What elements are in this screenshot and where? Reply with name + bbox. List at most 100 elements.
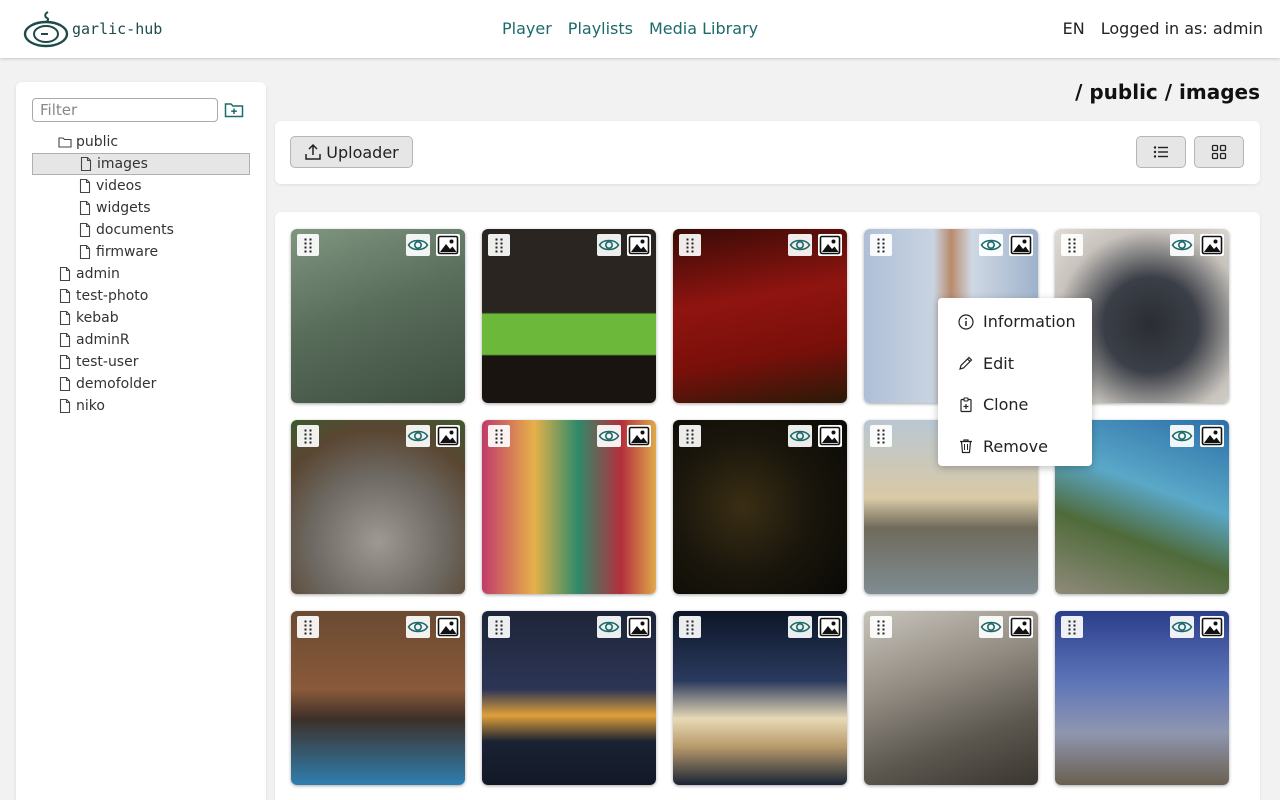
image-type-icon[interactable] [627, 234, 651, 256]
tree-item-label: documents [96, 222, 174, 238]
menu-item-remove[interactable]: Remove [938, 426, 1092, 468]
nav-media-library[interactable]: Media Library [649, 19, 758, 38]
file-icon [79, 178, 91, 194]
media-tile[interactable] [482, 611, 656, 785]
tree-item-documents[interactable]: documents [32, 219, 250, 241]
tree-item-firmware[interactable]: firmware [32, 241, 250, 263]
preview-eye-icon[interactable] [788, 425, 812, 447]
menu-item-label: Edit [983, 353, 1014, 373]
tree-item-admin[interactable]: admin [32, 263, 250, 285]
image-type-icon[interactable] [818, 234, 842, 256]
image-type-icon[interactable] [1009, 234, 1033, 256]
media-tile[interactable] [673, 420, 847, 594]
drag-handle-icon[interactable] [1061, 616, 1083, 638]
drag-handle-icon[interactable] [488, 425, 510, 447]
image-type-icon[interactable] [1200, 234, 1224, 256]
nav-playlists[interactable]: Playlists [568, 19, 633, 38]
drag-handle-icon[interactable] [870, 616, 892, 638]
uploader-button[interactable]: Uploader [290, 136, 413, 168]
trash-icon [960, 439, 972, 454]
breadcrumb-path: / public / images [1075, 80, 1260, 104]
drag-handle-icon[interactable] [1061, 234, 1083, 256]
tree-item-label: niko [76, 398, 105, 414]
menu-item-label: Remove [983, 436, 1048, 456]
nav-player[interactable]: Player [502, 19, 552, 38]
tree-item-images[interactable]: images [32, 153, 250, 175]
tree-item-label: videos [96, 178, 142, 194]
image-type-icon[interactable] [818, 425, 842, 447]
folder-tree: public images videos widgets documents firmwa… [32, 131, 250, 417]
menu-item-information[interactable]: Information [938, 301, 1092, 343]
drag-handle-icon[interactable] [870, 425, 892, 447]
preview-eye-icon[interactable] [979, 616, 1003, 638]
drag-handle-icon[interactable] [679, 616, 701, 638]
drag-handle-icon[interactable] [488, 234, 510, 256]
drag-handle-icon[interactable] [870, 234, 892, 256]
media-tile[interactable] [864, 611, 1038, 785]
media-tile[interactable] [673, 611, 847, 785]
menu-item-edit[interactable]: Edit [938, 343, 1092, 385]
image-type-icon[interactable] [1200, 616, 1224, 638]
image-type-icon[interactable] [436, 425, 460, 447]
file-icon [59, 288, 71, 304]
preview-eye-icon[interactable] [406, 234, 430, 256]
media-tile[interactable] [291, 611, 465, 785]
language-selector[interactable]: EN [1063, 19, 1085, 38]
preview-eye-icon[interactable] [1170, 234, 1194, 256]
preview-eye-icon[interactable] [979, 234, 1003, 256]
sidebar: public images videos widgets documents firmwa… [16, 82, 266, 800]
drag-handle-icon[interactable] [297, 616, 319, 638]
tree-item-test-user[interactable]: test-user [32, 351, 250, 373]
drag-handle-icon[interactable] [679, 234, 701, 256]
preview-eye-icon[interactable] [597, 425, 621, 447]
user-status[interactable]: Logged in as: admin [1101, 19, 1263, 38]
tree-item-widgets[interactable]: widgets [32, 197, 250, 219]
preview-eye-icon[interactable] [597, 234, 621, 256]
image-type-icon[interactable] [1009, 616, 1033, 638]
media-tile[interactable] [482, 420, 656, 594]
tree-item-niko[interactable]: niko [32, 395, 250, 417]
preview-eye-icon[interactable] [406, 425, 430, 447]
preview-eye-icon[interactable] [788, 234, 812, 256]
preview-eye-icon[interactable] [1170, 616, 1194, 638]
image-type-icon[interactable] [627, 616, 651, 638]
image-type-icon[interactable] [818, 616, 842, 638]
preview-eye-icon[interactable] [788, 616, 812, 638]
grid-view-button[interactable] [1194, 136, 1244, 168]
tree-item-label: demofolder [76, 376, 157, 392]
preview-eye-icon[interactable] [1170, 425, 1194, 447]
image-type-icon[interactable] [436, 616, 460, 638]
file-icon [59, 266, 71, 282]
tree-item-label: kebab [76, 310, 119, 326]
clone-icon [960, 397, 972, 412]
new-folder-icon[interactable] [224, 101, 244, 119]
tree-item-label: images [97, 156, 148, 172]
filter-input[interactable] [32, 98, 218, 122]
tree-item-demofolder[interactable]: demofolder [32, 373, 250, 395]
image-type-icon[interactable] [627, 425, 651, 447]
tree-item-kebab[interactable]: kebab [32, 307, 250, 329]
drag-handle-icon[interactable] [297, 234, 319, 256]
tree-item-videos[interactable]: videos [32, 175, 250, 197]
image-type-icon[interactable] [436, 234, 460, 256]
drag-handle-icon[interactable] [297, 425, 319, 447]
media-tile[interactable] [482, 229, 656, 403]
tree-item-test-photo[interactable]: test-photo [32, 285, 250, 307]
tree-item-adminr[interactable]: adminR [32, 329, 250, 351]
list-view-button[interactable] [1136, 136, 1186, 168]
tree-item-public[interactable]: public [32, 131, 250, 153]
preview-eye-icon[interactable] [406, 616, 430, 638]
menu-item-clone[interactable]: Clone [938, 384, 1092, 426]
drag-handle-icon[interactable] [679, 425, 701, 447]
top-header: garlic-hub Player Playlists Media Librar… [0, 0, 1280, 58]
media-tile[interactable] [291, 229, 465, 403]
image-type-icon[interactable] [1200, 425, 1224, 447]
media-tile[interactable] [1055, 611, 1229, 785]
tree-item-label: test-photo [76, 288, 149, 304]
media-tile[interactable] [673, 229, 847, 403]
menu-item-label: Clone [983, 395, 1029, 415]
preview-eye-icon[interactable] [597, 616, 621, 638]
drag-handle-icon[interactable] [488, 616, 510, 638]
logo[interactable]: garlic-hub [22, 8, 162, 48]
media-tile[interactable] [291, 420, 465, 594]
